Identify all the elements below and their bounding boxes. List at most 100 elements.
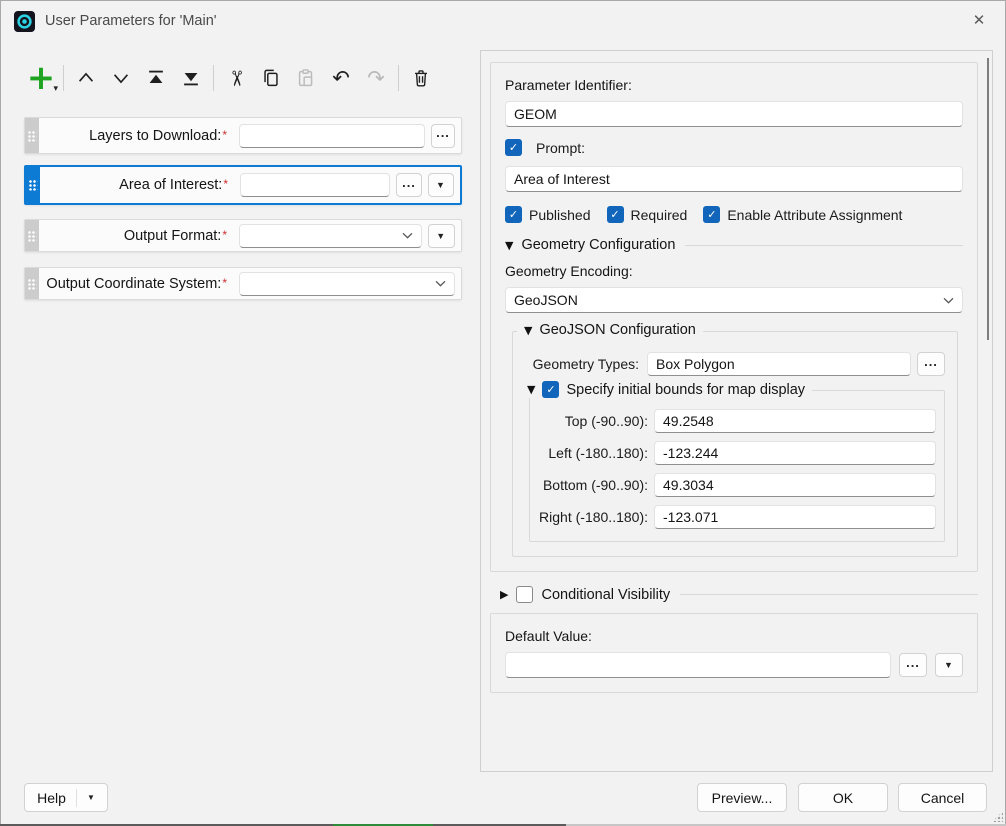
move-up-button[interactable] bbox=[73, 63, 99, 93]
drag-handle-icon[interactable] bbox=[25, 220, 39, 251]
browse-button[interactable]: ... bbox=[396, 173, 422, 197]
output-coordinate-system-select[interactable] bbox=[239, 272, 455, 296]
toolbar-separator bbox=[63, 65, 64, 91]
collapse-open-icon[interactable]: ▼ bbox=[527, 384, 535, 395]
scissors-icon: ✂ bbox=[225, 69, 246, 87]
check-icon: ✓ bbox=[509, 209, 518, 220]
geojson-configuration-group: ▼ GeoJSON Configuration Geometry Types: … bbox=[512, 331, 958, 557]
resize-grip[interactable] bbox=[992, 811, 1003, 822]
output-format-select[interactable] bbox=[239, 224, 422, 248]
parameter-toolbar: + ▾ ✂ ↶ ↷ bbox=[28, 60, 434, 96]
move-to-top-icon bbox=[145, 67, 167, 89]
area-of-interest-input[interactable] bbox=[240, 173, 390, 197]
user-parameters-dialog: { "window": { "title": "User Parameters … bbox=[0, 0, 1006, 826]
chevron-down-icon: ▼ bbox=[87, 793, 95, 802]
group-title: Specify initial bounds for map display bbox=[566, 382, 805, 398]
menu-button[interactable]: ▼ bbox=[428, 224, 455, 248]
move-to-top-button[interactable] bbox=[143, 63, 169, 93]
button-separator bbox=[76, 789, 77, 807]
chevron-down-icon: ▾ bbox=[53, 83, 58, 94]
required-checkbox[interactable]: ✓ bbox=[607, 206, 624, 223]
bound-bottom-label: Bottom (-90..90): bbox=[530, 477, 654, 493]
enable-attribute-assignment-checkbox[interactable]: ✓ bbox=[703, 206, 720, 223]
undo-icon: ↶ bbox=[332, 68, 350, 89]
section-title: Geometry Configuration bbox=[521, 237, 675, 253]
move-down-button[interactable] bbox=[108, 63, 134, 93]
close-button[interactable]: ✕ bbox=[960, 5, 998, 35]
browse-button[interactable]: ... bbox=[431, 124, 455, 148]
drag-handle-icon[interactable] bbox=[25, 118, 39, 153]
bound-top-label: Top (-90..90): bbox=[530, 413, 654, 429]
add-parameter-button[interactable]: + ▾ bbox=[28, 63, 54, 93]
param-row-output-format[interactable]: Output Format:* ▼ bbox=[24, 219, 462, 252]
prompt-input[interactable] bbox=[505, 166, 963, 192]
copy-icon bbox=[260, 67, 282, 89]
toolbar-separator bbox=[398, 65, 399, 91]
section-rule bbox=[685, 245, 963, 246]
required-asterisk: * bbox=[222, 128, 227, 142]
collapse-open-icon[interactable]: ▼ bbox=[505, 240, 513, 251]
paste-icon bbox=[295, 67, 317, 89]
prompt-label: Prompt: bbox=[536, 140, 585, 156]
help-label: Help bbox=[37, 790, 66, 806]
delete-button[interactable] bbox=[408, 63, 434, 93]
preview-button[interactable]: Preview... bbox=[697, 783, 787, 812]
plus-icon: + bbox=[27, 65, 56, 91]
layers-to-download-input[interactable] bbox=[239, 124, 425, 148]
param-row-output-coordinate-system[interactable]: Output Coordinate System:* bbox=[24, 267, 462, 300]
bound-bottom-input[interactable] bbox=[654, 473, 936, 497]
param-label: Layers to Download: bbox=[89, 128, 221, 144]
bound-right-input[interactable] bbox=[654, 505, 936, 529]
window-titlebar[interactable]: User Parameters for 'Main' bbox=[0, 2, 1006, 40]
undo-button[interactable]: ↶ bbox=[328, 63, 354, 93]
geometry-encoding-select[interactable]: GeoJSON bbox=[505, 287, 963, 313]
copy-button[interactable] bbox=[258, 63, 284, 93]
geojson-configuration-header[interactable]: ▼ GeoJSON Configuration bbox=[517, 322, 703, 338]
trash-icon bbox=[410, 67, 432, 89]
parameter-identifier-input[interactable] bbox=[505, 101, 963, 127]
published-label: Published bbox=[529, 207, 591, 223]
published-checkbox[interactable]: ✓ bbox=[505, 206, 522, 223]
help-button[interactable]: Help ▼ bbox=[24, 783, 108, 812]
specify-initial-bounds-checkbox[interactable]: ✓ bbox=[542, 381, 559, 398]
bound-right-label: Right (-180..180): bbox=[530, 509, 654, 525]
required-asterisk: * bbox=[222, 276, 227, 290]
browse-button[interactable]: ... bbox=[917, 352, 945, 376]
param-label: Output Coordinate System: bbox=[46, 276, 221, 292]
cancel-button[interactable]: Cancel bbox=[898, 783, 987, 812]
parameter-identifier-label: Parameter Identifier: bbox=[505, 77, 963, 93]
drag-handle-icon[interactable] bbox=[25, 268, 39, 299]
bound-top-input[interactable] bbox=[654, 409, 936, 433]
enable-attribute-assignment-label: Enable Attribute Assignment bbox=[727, 207, 902, 223]
move-to-bottom-icon bbox=[180, 67, 202, 89]
scrollbar-thumb[interactable] bbox=[987, 58, 989, 340]
ok-button[interactable]: OK bbox=[798, 783, 888, 812]
default-value-input[interactable] bbox=[505, 652, 891, 678]
check-icon: ✓ bbox=[707, 209, 716, 220]
prompt-checkbox[interactable]: ✓ bbox=[505, 139, 522, 156]
drag-handle-icon[interactable] bbox=[26, 167, 40, 203]
conditional-visibility-checkbox[interactable] bbox=[516, 586, 533, 603]
param-row-area-of-interest[interactable]: Area of Interest:* ... ▼ bbox=[24, 165, 462, 205]
section-title: Conditional Visibility bbox=[541, 587, 670, 603]
chevron-down-icon bbox=[402, 232, 413, 239]
param-row-layers-to-download[interactable]: Layers to Download:* ... bbox=[24, 117, 462, 154]
section-rule bbox=[680, 594, 978, 595]
redo-icon: ↷ bbox=[367, 68, 385, 89]
initial-bounds-header[interactable]: ▼ ✓ Specify initial bounds for map displ… bbox=[520, 381, 812, 398]
collapse-closed-icon[interactable]: ▶ bbox=[500, 589, 508, 600]
conditional-visibility-section[interactable]: ▶ Conditional Visibility bbox=[500, 586, 978, 603]
bound-left-label: Left (-180..180): bbox=[530, 445, 654, 461]
geometry-configuration-section[interactable]: ▼ Geometry Configuration bbox=[505, 237, 963, 253]
menu-button[interactable]: ▼ bbox=[428, 173, 454, 197]
menu-button[interactable]: ▼ bbox=[935, 653, 963, 677]
chevron-down-icon bbox=[435, 280, 446, 287]
move-to-bottom-button[interactable] bbox=[178, 63, 204, 93]
bound-left-input[interactable] bbox=[654, 441, 936, 465]
menu-arrow-icon: ▼ bbox=[436, 180, 446, 190]
cut-button[interactable]: ✂ bbox=[223, 63, 249, 93]
geometry-types-input[interactable] bbox=[647, 352, 911, 376]
menu-arrow-icon: ▼ bbox=[436, 231, 446, 241]
browse-button[interactable]: ... bbox=[899, 653, 927, 677]
collapse-open-icon[interactable]: ▼ bbox=[524, 325, 532, 336]
